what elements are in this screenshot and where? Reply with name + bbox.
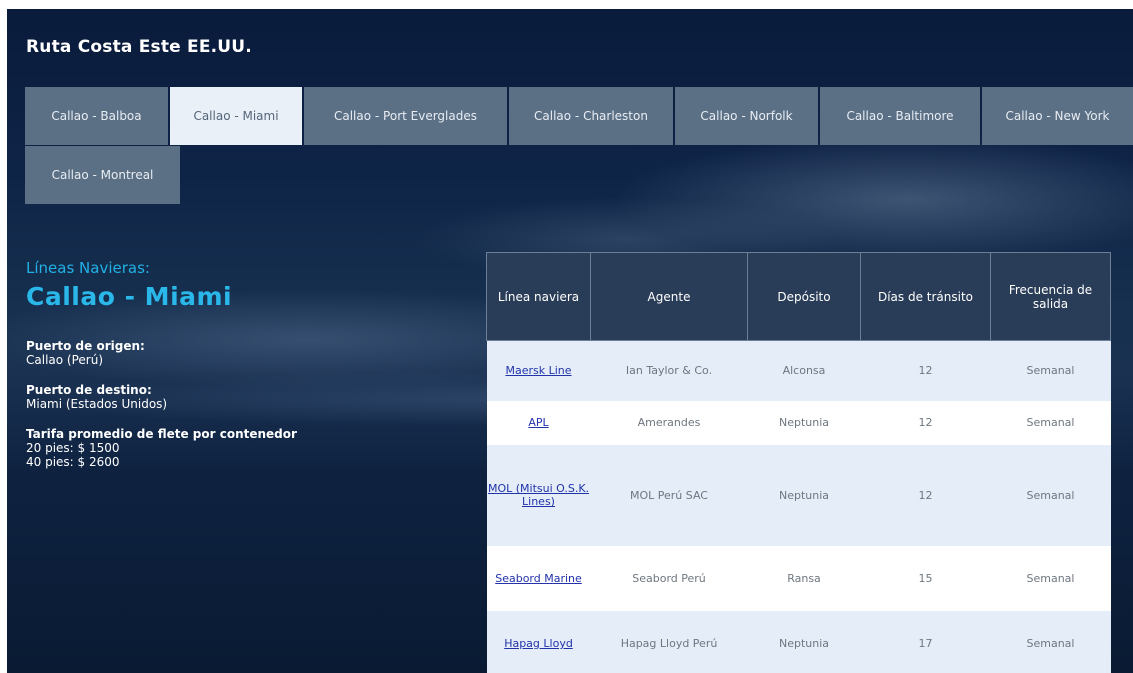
tab-callao-miami[interactable]: Callao - Miami bbox=[170, 87, 302, 145]
depot-cell: Neptunia bbox=[747, 444, 861, 546]
transit-days-cell: 12 bbox=[860, 400, 991, 445]
frequency-cell: Semanal bbox=[990, 610, 1111, 673]
header-linea-naviera: Línea naviera bbox=[486, 252, 591, 341]
carrier-cell: Maersk Line bbox=[486, 340, 591, 401]
agent-cell: Amerandes bbox=[590, 400, 748, 445]
origin-value: Callao (Perú) bbox=[26, 353, 104, 367]
agent-cell: Ian Taylor & Co. bbox=[590, 340, 748, 401]
table-row: Hapag Lloyd Hapag Lloyd Perú Neptunia 17… bbox=[486, 610, 1111, 673]
destination-value: Miami (Estados Unidos) bbox=[26, 397, 168, 411]
carrier-link[interactable]: MOL (Mitsui O.S.K. Lines) bbox=[488, 482, 589, 508]
table-header-row: Línea naviera Agente Depósito Días de tr… bbox=[486, 252, 1111, 341]
carrier-link[interactable]: Seabord Marine bbox=[495, 572, 582, 585]
table-row: Seabord Marine Seabord Perú Ransa 15 Sem… bbox=[486, 545, 1111, 611]
origin-label: Puerto de origen: bbox=[26, 339, 145, 353]
table-row: Maersk Line Ian Taylor & Co. Alconsa 12 … bbox=[486, 340, 1111, 401]
header-dias-transito: Días de tránsito bbox=[860, 252, 991, 341]
header-agente: Agente bbox=[590, 252, 748, 341]
depot-cell: Ransa bbox=[747, 545, 861, 611]
lineas-navieras-label: Líneas Navieras: bbox=[26, 259, 150, 277]
depot-cell: Alconsa bbox=[747, 340, 861, 401]
transit-days-cell: 12 bbox=[860, 444, 991, 546]
freight-rate-label: Tarifa promedio de flete por contenedor bbox=[26, 427, 297, 441]
tab-callao-new-york[interactable]: Callao - New York bbox=[982, 87, 1133, 145]
depot-cell: Neptunia bbox=[747, 610, 861, 673]
freight-rate-20ft: 20 pies: $ 1500 bbox=[26, 441, 120, 455]
tab-callao-norfolk[interactable]: Callao - Norfolk bbox=[675, 87, 818, 145]
page-canvas: Ruta Costa Este EE.UU. Callao - Balboa C… bbox=[7, 9, 1133, 673]
frequency-cell: Semanal bbox=[990, 340, 1111, 401]
destination-port: Puerto de destino: Miami (Estados Unidos… bbox=[26, 383, 167, 411]
tab-callao-balboa[interactable]: Callao - Balboa bbox=[25, 87, 168, 145]
origin-port: Puerto de origen: Callao (Perú) bbox=[26, 339, 145, 367]
table-row: MOL (Mitsui O.S.K. Lines) MOL Perú SAC N… bbox=[486, 444, 1111, 546]
header-deposito: Depósito bbox=[747, 252, 861, 341]
transit-days-cell: 12 bbox=[860, 340, 991, 401]
tab-callao-charleston[interactable]: Callao - Charleston bbox=[509, 87, 673, 145]
transit-days-cell: 15 bbox=[860, 545, 991, 611]
shipping-lines-table: Línea naviera Agente Depósito Días de tr… bbox=[486, 252, 1111, 673]
tab-callao-port-everglades[interactable]: Callao - Port Everglades bbox=[304, 87, 507, 145]
route-title: Callao - Miami bbox=[26, 282, 233, 311]
freight-rate: Tarifa promedio de flete por contenedor … bbox=[26, 427, 297, 469]
agent-cell: Seabord Perú bbox=[590, 545, 748, 611]
transit-days-cell: 17 bbox=[860, 610, 991, 673]
carrier-link[interactable]: APL bbox=[528, 416, 548, 429]
freight-rate-40ft: 40 pies: $ 2600 bbox=[26, 455, 120, 469]
carrier-link[interactable]: Hapag Lloyd bbox=[504, 637, 573, 650]
carrier-cell: Hapag Lloyd bbox=[486, 610, 591, 673]
table-row: APL Amerandes Neptunia 12 Semanal bbox=[486, 400, 1111, 445]
frequency-cell: Semanal bbox=[990, 400, 1111, 445]
header-frecuencia: Frecuencia de salida bbox=[990, 252, 1111, 341]
destination-label: Puerto de destino: bbox=[26, 383, 152, 397]
agent-cell: MOL Perú SAC bbox=[590, 444, 748, 546]
carrier-link[interactable]: Maersk Line bbox=[505, 364, 571, 377]
carrier-cell: Seabord Marine bbox=[486, 545, 591, 611]
page-title: Ruta Costa Este EE.UU. bbox=[26, 37, 252, 57]
frequency-cell: Semanal bbox=[990, 444, 1111, 546]
carrier-cell: APL bbox=[486, 400, 591, 445]
agent-cell: Hapag Lloyd Perú bbox=[590, 610, 748, 673]
tab-callao-baltimore[interactable]: Callao - Baltimore bbox=[820, 87, 980, 145]
frequency-cell: Semanal bbox=[990, 545, 1111, 611]
depot-cell: Neptunia bbox=[747, 400, 861, 445]
carrier-cell: MOL (Mitsui O.S.K. Lines) bbox=[486, 444, 591, 546]
tab-callao-montreal[interactable]: Callao - Montreal bbox=[25, 146, 180, 204]
